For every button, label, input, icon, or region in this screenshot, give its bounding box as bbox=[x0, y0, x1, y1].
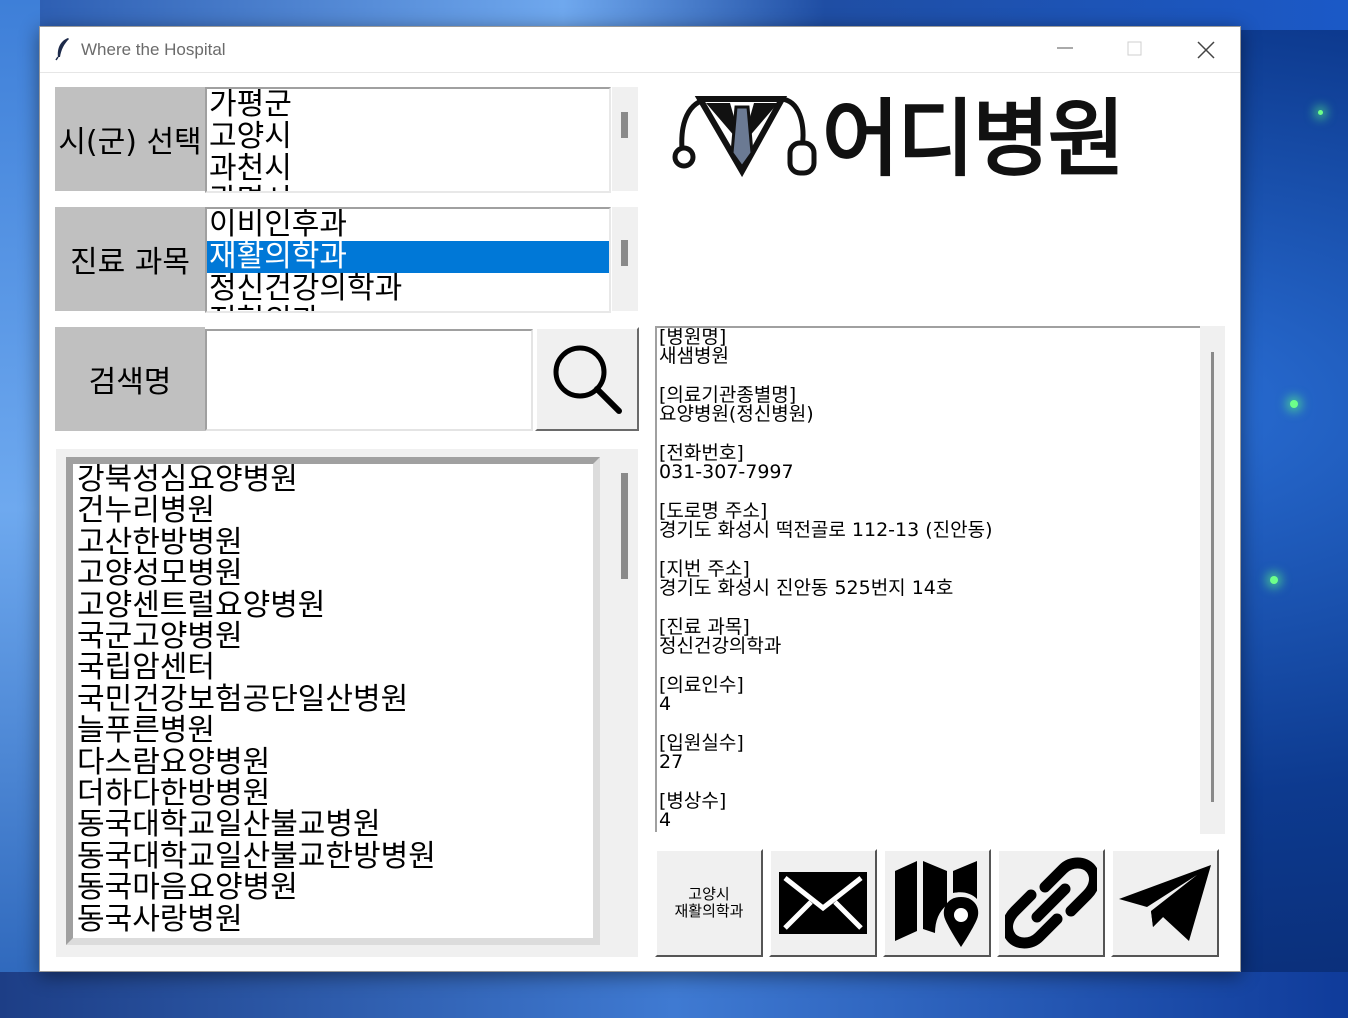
dept-scrollbar[interactable] bbox=[612, 207, 638, 311]
detail-label: [병원명] bbox=[659, 326, 727, 348]
detail-block: [의료인수] 4 bbox=[659, 676, 1200, 714]
desktop-background-bottom bbox=[0, 972, 1348, 1018]
window-title: Where the Hospital bbox=[81, 40, 226, 59]
dept-label: 진료 과목 bbox=[55, 207, 205, 311]
dept-item[interactable]: 이비인후과 bbox=[207, 209, 609, 241]
detail-value: 27 bbox=[659, 751, 684, 773]
hospital-list-item[interactable]: 고양센트럴요양병원 bbox=[73, 589, 593, 621]
email-button[interactable] bbox=[769, 849, 877, 957]
detail-value: 요양병원(정신병원) bbox=[659, 403, 814, 425]
detail-block: [진료 과목] 정신건강의학과 bbox=[659, 618, 1200, 656]
city-item[interactable]: 광명시 bbox=[207, 185, 609, 192]
region-dept: 재활의학과 bbox=[674, 902, 744, 920]
hospital-list-item[interactable]: 동국대학교일산불교병원 bbox=[73, 809, 593, 841]
logo-text: 어디병원 bbox=[822, 90, 1125, 188]
dept-item-selected[interactable]: 재활의학과 bbox=[207, 241, 609, 273]
background-glow bbox=[1270, 576, 1278, 584]
city-scroll-thumb[interactable] bbox=[621, 112, 628, 138]
region-city: 고양시 bbox=[688, 885, 730, 903]
hospital-list-item[interactable]: 늘푸른병원 bbox=[73, 715, 593, 747]
detail-block: [전화번호] 031-307-7997 bbox=[659, 444, 1200, 482]
background-glow bbox=[1318, 110, 1323, 115]
hospital-list-item[interactable]: 국립암센터 bbox=[73, 652, 593, 684]
detail-value: 031-307-7997 bbox=[659, 461, 794, 483]
map-button[interactable] bbox=[883, 849, 991, 957]
dept-listbox[interactable]: 이비인후과 재활의학과 정신건강의학과 정형외과 bbox=[205, 207, 611, 313]
hospital-listbox[interactable]: 강북성심요양병원 건누리병원 고산한방병원 고양성모병원 고양센트럴요양병원 국… bbox=[66, 457, 600, 945]
minimize-button[interactable] bbox=[1030, 27, 1100, 72]
search-icon bbox=[553, 345, 622, 414]
detail-label: [의료인수] bbox=[659, 674, 744, 696]
city-item[interactable]: 가평군 bbox=[207, 89, 609, 121]
detail-value: 경기도 화성시 떡전골로 112-13 (진안동) bbox=[659, 519, 993, 541]
hospital-list-item[interactable]: 국군고양병원 bbox=[73, 621, 593, 653]
detail-block: [병원명] 새샘병원 bbox=[659, 328, 1200, 366]
detail-scroll-thumb[interactable] bbox=[1211, 352, 1214, 802]
hospital-list-item[interactable]: 건누리병원 bbox=[73, 495, 593, 527]
hospital-list-item[interactable]: 동국마음요양병원 bbox=[73, 872, 593, 904]
maximize-icon bbox=[1127, 41, 1142, 56]
close-button[interactable] bbox=[1170, 27, 1240, 72]
dept-item[interactable]: 정신건강의학과 bbox=[207, 273, 609, 305]
close-icon bbox=[1197, 41, 1215, 59]
link-icon bbox=[1005, 857, 1097, 949]
detail-value: 4 bbox=[659, 693, 672, 715]
search-button[interactable] bbox=[535, 327, 639, 431]
app-window: Where the Hospital 시(군) 선택 가평군 고양시 과천시 광… bbox=[39, 26, 1241, 972]
telegram-button[interactable] bbox=[1111, 849, 1219, 957]
region-text: 고양시 재활의학과 bbox=[674, 886, 743, 920]
minimize-icon bbox=[1057, 47, 1073, 49]
search-input[interactable] bbox=[205, 329, 533, 431]
map-icon bbox=[895, 861, 979, 947]
detail-block: [의료기관종별명] 요양병원(정신병원) bbox=[659, 386, 1200, 424]
title-bar[interactable]: Where the Hospital bbox=[40, 27, 1240, 73]
maximize-button[interactable] bbox=[1100, 27, 1170, 72]
hospital-list-item[interactable]: 고산한방병원 bbox=[73, 526, 593, 558]
detail-scrollbar[interactable] bbox=[1200, 326, 1225, 834]
mail-icon bbox=[779, 872, 867, 934]
dept-scroll-thumb[interactable] bbox=[621, 240, 628, 266]
detail-block: [도로명 주소] 경기도 화성시 떡전골로 112-13 (진안동) bbox=[659, 502, 1200, 540]
background-glow bbox=[1290, 400, 1298, 408]
detail-block: [병상수] 4 bbox=[659, 792, 1200, 830]
hospital-list-frame: 강북성심요양병원 건누리병원 고산한방병원 고양성모병원 고양센트럴요양병원 국… bbox=[56, 449, 638, 957]
detail-label: [입원실수] bbox=[659, 732, 744, 754]
hospital-list-item[interactable]: 더하다한방병원 bbox=[73, 778, 593, 810]
hospital-list-item[interactable]: 고양성모병원 bbox=[73, 558, 593, 590]
detail-value: 경기도 화성시 진안동 525번지 14호 bbox=[659, 577, 954, 599]
city-label: 시(군) 선택 bbox=[55, 87, 205, 191]
hospital-list-item[interactable]: 동국사랑병원 bbox=[73, 903, 593, 935]
hospital-list-item[interactable]: 동국대학교일산불교한방병원 bbox=[73, 840, 593, 872]
city-scrollbar[interactable] bbox=[612, 87, 638, 191]
hospital-list-item[interactable]: 다스람요양병원 bbox=[73, 746, 593, 778]
detail-block: [입원실수] 27 bbox=[659, 734, 1200, 772]
hospital-list-scrollbar[interactable] bbox=[612, 449, 638, 957]
hospital-list-item[interactable]: 국민건강보험공단일산병원 bbox=[73, 683, 593, 715]
telegram-icon bbox=[1119, 865, 1211, 941]
detail-value: 정신건강의학과 bbox=[659, 635, 782, 657]
desktop-background-left bbox=[0, 0, 40, 1018]
detail-value: 4 bbox=[659, 809, 672, 831]
hospital-list-scroll-thumb[interactable] bbox=[621, 473, 628, 579]
link-button[interactable] bbox=[997, 849, 1105, 957]
feather-icon bbox=[55, 38, 69, 61]
detail-block: [지번 주소] 경기도 화성시 진안동 525번지 14호 bbox=[659, 560, 1200, 598]
detail-label: [병상수] bbox=[659, 790, 727, 812]
city-item[interactable]: 고양시 bbox=[207, 121, 609, 153]
city-item[interactable]: 과천시 bbox=[207, 153, 609, 185]
app-logo: 어디병원 bbox=[670, 87, 1210, 187]
city-listbox[interactable]: 가평군 고양시 과천시 광명시 bbox=[205, 87, 611, 193]
region-button[interactable]: 고양시 재활의학과 bbox=[655, 849, 763, 957]
detail-value: 새샘병원 bbox=[659, 345, 729, 367]
dept-item[interactable]: 정형외과 bbox=[207, 305, 609, 312]
search-label: 검색명 bbox=[55, 327, 205, 431]
hospital-list-item[interactable]: 강북성심요양병원 bbox=[73, 464, 593, 495]
hospital-detail-text[interactable]: [병원명] 새샘병원 [의료기관종별명] 요양병원(정신병원) [전화번호] 031-… bbox=[655, 326, 1200, 832]
